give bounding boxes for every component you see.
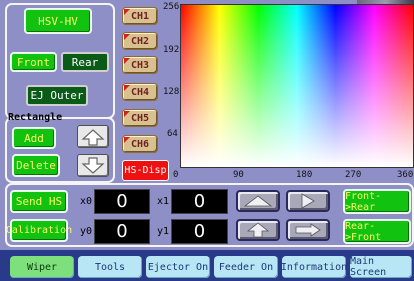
arrow-up-icon xyxy=(81,128,105,146)
tab-feeder-on[interactable]: Feeder On xyxy=(214,256,278,278)
ch6-label: CH6 xyxy=(130,138,150,150)
ch-flag-icon xyxy=(124,34,130,40)
rectangle-label: Rectangle xyxy=(8,112,63,123)
ch3-label: CH3 xyxy=(130,59,150,71)
hs-color-plot[interactable] xyxy=(180,4,414,168)
ej-outer-button[interactable]: EJ Outer xyxy=(26,85,88,106)
ch-flag-icon xyxy=(124,85,130,91)
y0-label: y0 xyxy=(80,226,93,237)
ch1-button[interactable]: CH1 xyxy=(122,7,158,25)
front-to-rear-button[interactable]: Front->Rear xyxy=(343,189,411,214)
nav-right-button[interactable] xyxy=(286,190,330,212)
ch2-label: CH2 xyxy=(130,35,150,47)
tab-tools[interactable]: Tools xyxy=(78,256,142,278)
tab-ejector-on[interactable]: Ejector On xyxy=(146,256,210,278)
tab-main-screen[interactable]: Main Screen xyxy=(350,256,412,278)
x1-label: x1 xyxy=(157,196,170,207)
y-tick-64: 64 xyxy=(167,129,178,139)
y-tick-256: 256 xyxy=(163,2,180,12)
rear-button[interactable]: Rear xyxy=(61,52,109,72)
ch6-button[interactable]: CH6 xyxy=(122,135,158,153)
y-tick-192: 192 xyxy=(163,45,180,55)
arrow-down-button[interactable] xyxy=(77,154,109,177)
send-hs-button[interactable]: Send HS xyxy=(10,190,68,213)
x0-field[interactable]: 0 xyxy=(94,189,150,214)
x0-label: x0 xyxy=(80,196,93,207)
ch5-label: CH5 xyxy=(130,112,150,124)
hs-disp-button[interactable]: HS-Disp xyxy=(122,160,169,181)
x1-field[interactable]: 0 xyxy=(171,189,228,214)
nav-up-left-button[interactable] xyxy=(236,190,280,212)
hsv-hv-button[interactable]: HSV-HV xyxy=(24,8,92,34)
y0-field[interactable]: 0 xyxy=(94,219,150,244)
tab-information[interactable]: Information xyxy=(281,256,347,278)
x-tick-360: 360 xyxy=(397,170,414,180)
arrow-up-icon xyxy=(247,222,269,238)
triangle-right-icon xyxy=(301,193,315,209)
x-tick-270: 270 xyxy=(345,170,362,180)
arrow-down-icon xyxy=(81,156,105,174)
ch3-button[interactable]: CH3 xyxy=(122,56,158,74)
y-tick-0: 0 xyxy=(173,170,179,180)
ch-flag-icon xyxy=(124,58,130,64)
nav-right-arrow-button[interactable] xyxy=(286,219,330,241)
ch4-label: CH4 xyxy=(130,86,150,98)
y1-field[interactable]: 0 xyxy=(171,219,228,244)
tab-wiper[interactable]: Wiper xyxy=(10,256,74,278)
ch2-button[interactable]: CH2 xyxy=(122,32,158,50)
ch1-label: CH1 xyxy=(130,10,150,22)
ch4-button[interactable]: CH4 xyxy=(122,83,158,101)
ch-flag-icon xyxy=(124,137,130,143)
nav-up-button[interactable] xyxy=(236,219,280,241)
x-tick-90: 90 xyxy=(233,170,244,180)
front-button[interactable]: Front xyxy=(10,52,57,72)
arrow-up-button[interactable] xyxy=(77,125,109,148)
arrow-right-icon xyxy=(295,223,321,237)
x-tick-180: 180 xyxy=(296,170,313,180)
ch-flag-icon xyxy=(124,9,130,15)
add-button[interactable]: Add xyxy=(12,127,56,149)
ch-flag-icon xyxy=(124,111,130,117)
calibration-button[interactable]: Calibration xyxy=(6,219,72,242)
ch5-button[interactable]: CH5 xyxy=(122,109,158,127)
y1-label: y1 xyxy=(157,226,170,237)
triangle-up-icon xyxy=(244,195,272,207)
y-tick-128: 128 xyxy=(163,87,180,97)
rear-to-front-button[interactable]: Rear->Front xyxy=(343,219,411,244)
delete-button[interactable]: Delete xyxy=(12,154,60,177)
